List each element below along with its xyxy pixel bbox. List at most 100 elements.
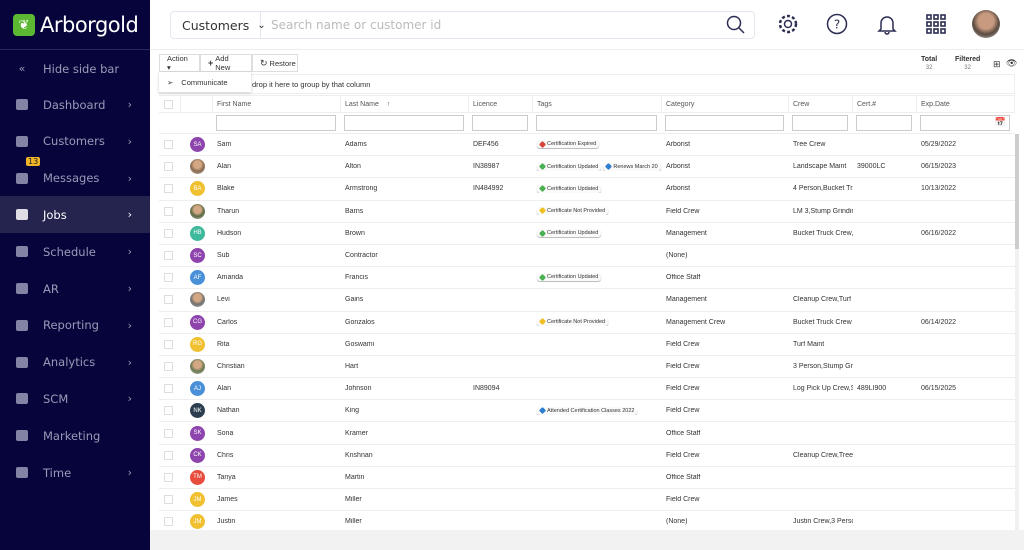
row-checkbox[interactable] [164, 273, 173, 283]
table-row[interactable]: CG Carlos Gonzalos Certificate Not Provided… [159, 312, 1015, 334]
action-dropdown[interactable]: Action ▾ [159, 54, 200, 72]
column-header-crew[interactable]: Crew [789, 96, 853, 112]
table-row[interactable]: JM James Miller Field Crew [159, 489, 1015, 512]
help-icon[interactable]: ? [825, 12, 849, 36]
tag-icon [538, 162, 547, 171]
group-by-drop-area[interactable]: drop it here to group by that column [159, 74, 1015, 94]
select-all-checkbox[interactable] [164, 99, 173, 109]
row-checkbox[interactable] [164, 140, 173, 150]
sidebar-item-analytics[interactable]: Analytics › [0, 344, 150, 381]
sidebar-item-reporting[interactable]: Reporting › [0, 307, 150, 344]
sidebar-item-ar[interactable]: AR › [0, 270, 150, 307]
table-row[interactable]: CK Chris Krishnan Field Crew Cleanup Crew,Tr… [159, 445, 1015, 467]
eye-icon[interactable]: 👁 [1006, 58, 1017, 69]
sidebar-item-marketing[interactable]: Marketing [0, 417, 150, 454]
filter-input-tags[interactable] [533, 115, 662, 131]
row-checkbox[interactable] [164, 228, 173, 238]
sidebar-item-dashboard[interactable]: Dashboard › [0, 86, 150, 123]
column-header-tags[interactable]: Tags [533, 96, 662, 112]
checkbox-cell [159, 450, 181, 460]
calendar-icon[interactable]: 📅 [995, 117, 1006, 128]
table-row[interactable]: Christian Hart Field Crew 3 Person,Stump Gr… [159, 356, 1015, 379]
table-row[interactable]: TM Tanya Martin Office Staff [159, 467, 1015, 489]
tags-cell: Certification Expired [533, 140, 662, 149]
table-row[interactable]: Tharun Barns Certificate Not Provided Field… [159, 201, 1015, 223]
filter-input-category[interactable] [662, 115, 789, 131]
communicate-label: Communicate [181, 77, 228, 87]
column-header-exp-date[interactable]: Exp.Date [917, 96, 1015, 112]
row-checkbox[interactable] [164, 517, 173, 527]
table-row[interactable]: Alan Alton IN38987 Certification Updated Ren… [159, 156, 1015, 179]
row-checkbox[interactable] [164, 317, 173, 327]
tag-icon [538, 273, 547, 282]
row-checkbox[interactable] [164, 495, 173, 505]
sidebar-item-messages[interactable]: 13 Messages › [0, 156, 150, 197]
column-header-first-name[interactable]: First Name [213, 96, 341, 112]
sidebar-item-customers[interactable]: Customers › [0, 123, 150, 160]
table-row[interactable]: SC Sub Contractor (None) [159, 245, 1015, 268]
table-row[interactable]: AF Amanda Francis Certification Updated Offi… [159, 267, 1015, 290]
total-count: Total 32 [921, 56, 938, 71]
last-name-cell: Gains [345, 296, 364, 304]
table-row[interactable]: BA Blake Armstrong IN484992 Certification Up… [159, 178, 1015, 201]
bar-chart-icon [15, 356, 29, 368]
row-checkbox[interactable] [164, 295, 173, 305]
sidebar-item-jobs[interactable]: Jobs › [0, 196, 150, 234]
gear-icon[interactable] [776, 12, 800, 36]
apps-grid-icon[interactable] [924, 12, 948, 36]
row-checkbox[interactable] [164, 472, 173, 482]
table-row[interactable]: NK Nathan King Attended Certification Class… [159, 400, 1015, 423]
row-checkbox[interactable] [164, 184, 173, 194]
row-checkbox[interactable] [164, 450, 173, 460]
column-header-cert-[interactable]: Cert.# [853, 96, 917, 112]
row-checkbox[interactable] [164, 162, 173, 172]
table-row[interactable]: SK Sona Kramer Office Staff [159, 422, 1015, 445]
sidebar-item-scm[interactable]: SCM › [0, 380, 150, 417]
row-checkbox[interactable] [164, 339, 173, 349]
last-name-cell: Adams [345, 141, 367, 149]
search-scope-dropdown[interactable]: Customers ⌄ [171, 12, 266, 38]
row-checkbox[interactable] [164, 206, 173, 216]
menu-item-communicate[interactable]: ➢ Communicate [159, 72, 251, 92]
row-checkbox[interactable] [164, 428, 173, 438]
filter-input-last-name[interactable] [341, 115, 469, 131]
filter-input-exp-date[interactable]: 📅 [917, 115, 1015, 131]
vertical-scrollbar[interactable] [1015, 134, 1019, 530]
search-icon[interactable] [726, 15, 746, 35]
column-header-category[interactable]: Category [662, 96, 789, 112]
row-checkbox[interactable] [164, 361, 173, 371]
refresh-icon: ↻ [260, 57, 268, 68]
row-checkbox[interactable] [164, 384, 173, 394]
table-row[interactable]: SA Sam Adams DEF456 Certification Expired Arb… [159, 134, 1015, 157]
cert-cell: 39000LC [857, 163, 886, 171]
table-row[interactable]: HB Hudson Brown Certification Updated Manage… [159, 223, 1015, 245]
user-avatar[interactable] [972, 10, 1000, 38]
sidebar: ❦ Arborgold « Hide side bar Dashboard › Cu… [0, 0, 150, 550]
filter-input-licence[interactable] [469, 115, 533, 131]
sidebar-item-label: Dashboard [43, 97, 106, 112]
avatar-cell: AF [181, 270, 213, 286]
add-new-button[interactable]: + Add New [200, 54, 252, 72]
crew-cell: LM 3,Stump Grindir [793, 207, 853, 215]
table-row[interactable]: AJ Alan Johnson IN89094 Field Crew Log Pick U… [159, 378, 1015, 401]
hide-sidebar-button[interactable]: « Hide side bar [0, 50, 150, 87]
bell-icon[interactable] [875, 12, 899, 36]
filter-input-cert-[interactable] [853, 115, 917, 131]
column-header-licence[interactable]: Licence [469, 96, 533, 112]
last-name-cell: Barns [345, 207, 364, 215]
column-header-last-name[interactable]: Last Name ↑ [341, 96, 469, 112]
grid-view-icon[interactable]: ⊞ [993, 59, 1001, 70]
restore-button[interactable]: ↻ Restore [252, 54, 298, 72]
table-row[interactable]: RG Rita Goswami Field Crew Turf Maint [159, 334, 1015, 356]
row-checkbox[interactable] [164, 251, 173, 261]
exp-date-cell: 06/14/2022 [921, 318, 957, 326]
checkbox-cell [159, 317, 181, 327]
filter-input-crew[interactable] [789, 115, 853, 131]
sidebar-item-schedule[interactable]: Schedule › [0, 233, 150, 270]
sidebar-item-time[interactable]: Time › [0, 454, 150, 491]
filter-input-first-name[interactable] [213, 115, 341, 131]
brand-logo[interactable]: ❦ Arborgold [0, 0, 150, 50]
row-checkbox[interactable] [164, 406, 173, 416]
table-row[interactable]: Levi Gains Management Cleanup Crew,Turf I [159, 289, 1015, 312]
search-input[interactable]: Search name or customer id [261, 18, 726, 32]
